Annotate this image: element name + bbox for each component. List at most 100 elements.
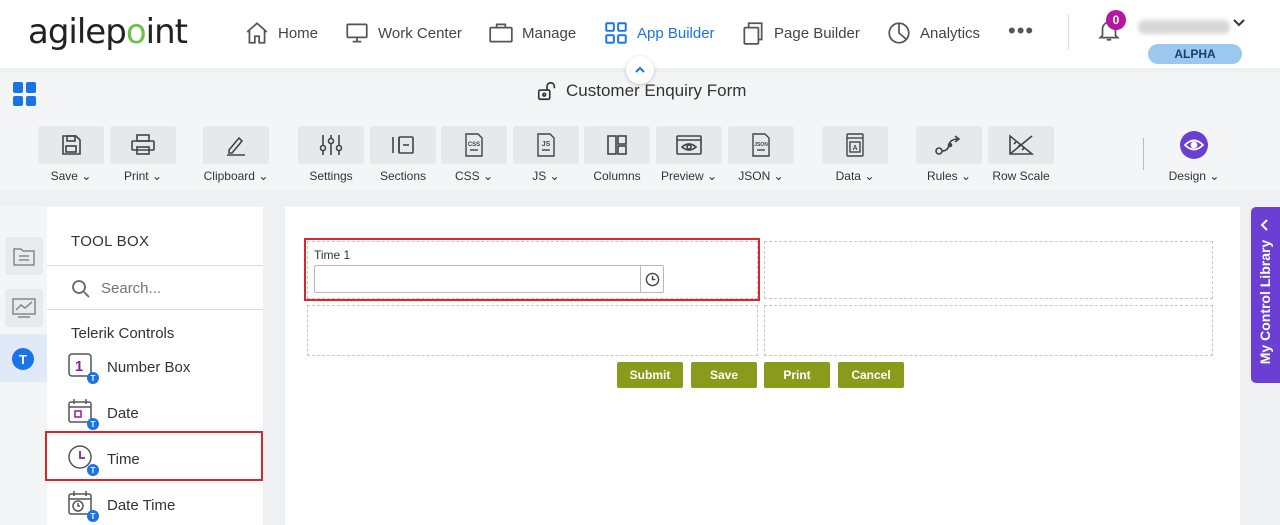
- rail-analytics-button[interactable]: [5, 289, 43, 327]
- tool-date[interactable]: T Date: [67, 393, 139, 433]
- briefcase-icon: [489, 23, 513, 43]
- user-name-blurred[interactable]: [1138, 20, 1230, 34]
- json-button[interactable]: JSON JSON ⌄: [728, 126, 794, 186]
- rail-forms-button[interactable]: [5, 237, 43, 275]
- json-label: JSON: [738, 169, 771, 183]
- app-grid-icon: [605, 22, 627, 44]
- agilepoint-logo[interactable]: agilepoint: [28, 12, 188, 52]
- submit-button[interactable]: Submit: [617, 362, 683, 388]
- pages-icon: [743, 22, 763, 45]
- more-menu-icon[interactable]: •••: [1008, 18, 1034, 44]
- clipboard-button[interactable]: Clipboard ⌄: [203, 126, 269, 186]
- data-label: Data: [835, 169, 861, 183]
- css-label: CSS: [454, 169, 480, 183]
- clipboard-label: Clipboard: [203, 169, 255, 183]
- ruler-triangle-icon: [1009, 134, 1035, 155]
- cancel-button[interactable]: Cancel: [838, 362, 904, 388]
- preview-label: Preview: [660, 169, 704, 183]
- nav-analytics[interactable]: Analytics: [886, 18, 980, 48]
- print-label: Print: [123, 169, 149, 183]
- list-folder-icon: [13, 248, 35, 266]
- svg-text:JSON: JSON: [754, 142, 768, 148]
- svg-text:JS: JS: [542, 141, 551, 148]
- preview-eye-icon: [676, 135, 702, 155]
- save-button[interactable]: Save ⌄: [38, 126, 104, 186]
- printer-icon: [131, 134, 155, 155]
- eye-icon: [1184, 139, 1204, 151]
- rules-button[interactable]: Rules ⌄: [916, 126, 982, 186]
- tool-date-label: Date: [107, 404, 139, 422]
- tool-box-title: TOOL BOX: [71, 233, 150, 250]
- js-label: JS: [532, 169, 547, 183]
- columns-button[interactable]: Columns: [584, 126, 650, 186]
- tool-number-box[interactable]: 1 T Number Box: [67, 347, 190, 387]
- telerik-t-icon[interactable]: T: [12, 348, 34, 370]
- telerik-controls-heading: Telerik Controls: [71, 325, 175, 342]
- apps-menu-icon[interactable]: [13, 82, 37, 106]
- role-badge: ALPHA: [1148, 44, 1242, 64]
- nav-work-center-label: Work Center: [378, 24, 462, 42]
- save-label: Save: [50, 169, 78, 183]
- nav-home[interactable]: Home: [244, 18, 318, 48]
- svg-text:A: A: [852, 145, 857, 152]
- columns-icon: [607, 135, 627, 155]
- rules-label: Rules: [926, 169, 958, 183]
- design-button[interactable]: Design ⌄: [1161, 126, 1227, 186]
- row-scale-button[interactable]: Row Scale: [988, 126, 1054, 186]
- time-tool-highlight: [45, 431, 263, 481]
- logo-text-end: int: [145, 12, 188, 52]
- form-title-text: Customer Enquiry Form: [566, 81, 747, 100]
- print-button[interactable]: Print ⌄: [110, 126, 176, 186]
- calendar-clock-icon: T: [67, 490, 99, 522]
- tool-date-time[interactable]: T Date Time: [67, 485, 175, 525]
- nav-manage[interactable]: Manage: [488, 18, 576, 48]
- tool-search: [47, 268, 263, 310]
- tool-date-time-label: Date Time: [107, 496, 176, 514]
- monitor-icon: [346, 23, 368, 43]
- data-file-icon: A: [846, 133, 864, 157]
- save-icon: [62, 135, 81, 155]
- chevron-down-icon[interactable]: [1232, 16, 1246, 30]
- sliders-icon: [319, 135, 343, 155]
- my-control-library-text[interactable]: My Control Library: [1251, 207, 1280, 383]
- data-button[interactable]: A Data ⌄: [822, 126, 888, 186]
- nav-work-center[interactable]: Work Center: [344, 18, 462, 48]
- form-cell[interactable]: [764, 305, 1213, 356]
- svg-text:1: 1: [75, 358, 83, 375]
- settings-button[interactable]: Settings: [298, 126, 364, 186]
- settings-label: Settings: [309, 169, 353, 183]
- preview-button[interactable]: Preview ⌄: [656, 126, 722, 186]
- pie-chart-icon: [888, 22, 910, 44]
- rules-flow-icon: [935, 135, 961, 155]
- tool-search-input[interactable]: [101, 280, 251, 297]
- notification-count-badge: 0: [1106, 10, 1126, 30]
- calendar-icon: T: [67, 398, 99, 430]
- form-cell[interactable]: [307, 305, 758, 356]
- logo-text-start: agilep: [28, 12, 127, 52]
- collapse-header-button[interactable]: [626, 56, 654, 84]
- svg-text:CSS: CSS: [468, 142, 480, 148]
- designer-toolbar: Save ⌄ Print ⌄ Clipboard ⌄ Settings Sect…: [0, 118, 1280, 190]
- chevron-up-icon: [635, 66, 645, 73]
- logo-text-o: o: [125, 12, 147, 52]
- tool-box-divider: [47, 265, 263, 266]
- nav-page-builder[interactable]: Page Builder: [740, 18, 860, 48]
- save-form-button[interactable]: Save: [691, 362, 757, 388]
- sections-icon: [392, 136, 414, 154]
- css-button[interactable]: CSS CSS ⌄: [441, 126, 507, 186]
- nav-app-builder[interactable]: App Builder: [603, 18, 715, 48]
- chevron-left-icon[interactable]: [1259, 218, 1271, 232]
- nav-home-label: Home: [278, 24, 319, 42]
- print-form-button[interactable]: Print: [764, 362, 830, 388]
- js-file-icon: JS: [537, 133, 555, 157]
- nav-manage-label: Manage: [522, 24, 577, 42]
- home-icon: [246, 22, 268, 44]
- pencil-icon: [227, 136, 245, 156]
- sections-label: Sections: [379, 169, 427, 183]
- form-cell[interactable]: [764, 241, 1213, 299]
- tool-number-box-label: Number Box: [107, 358, 191, 376]
- sections-button[interactable]: Sections: [370, 126, 436, 186]
- my-control-library-label: My Control Library: [1257, 239, 1274, 365]
- js-button[interactable]: JS JS ⌄: [513, 126, 579, 186]
- unlock-icon[interactable]: [536, 80, 558, 102]
